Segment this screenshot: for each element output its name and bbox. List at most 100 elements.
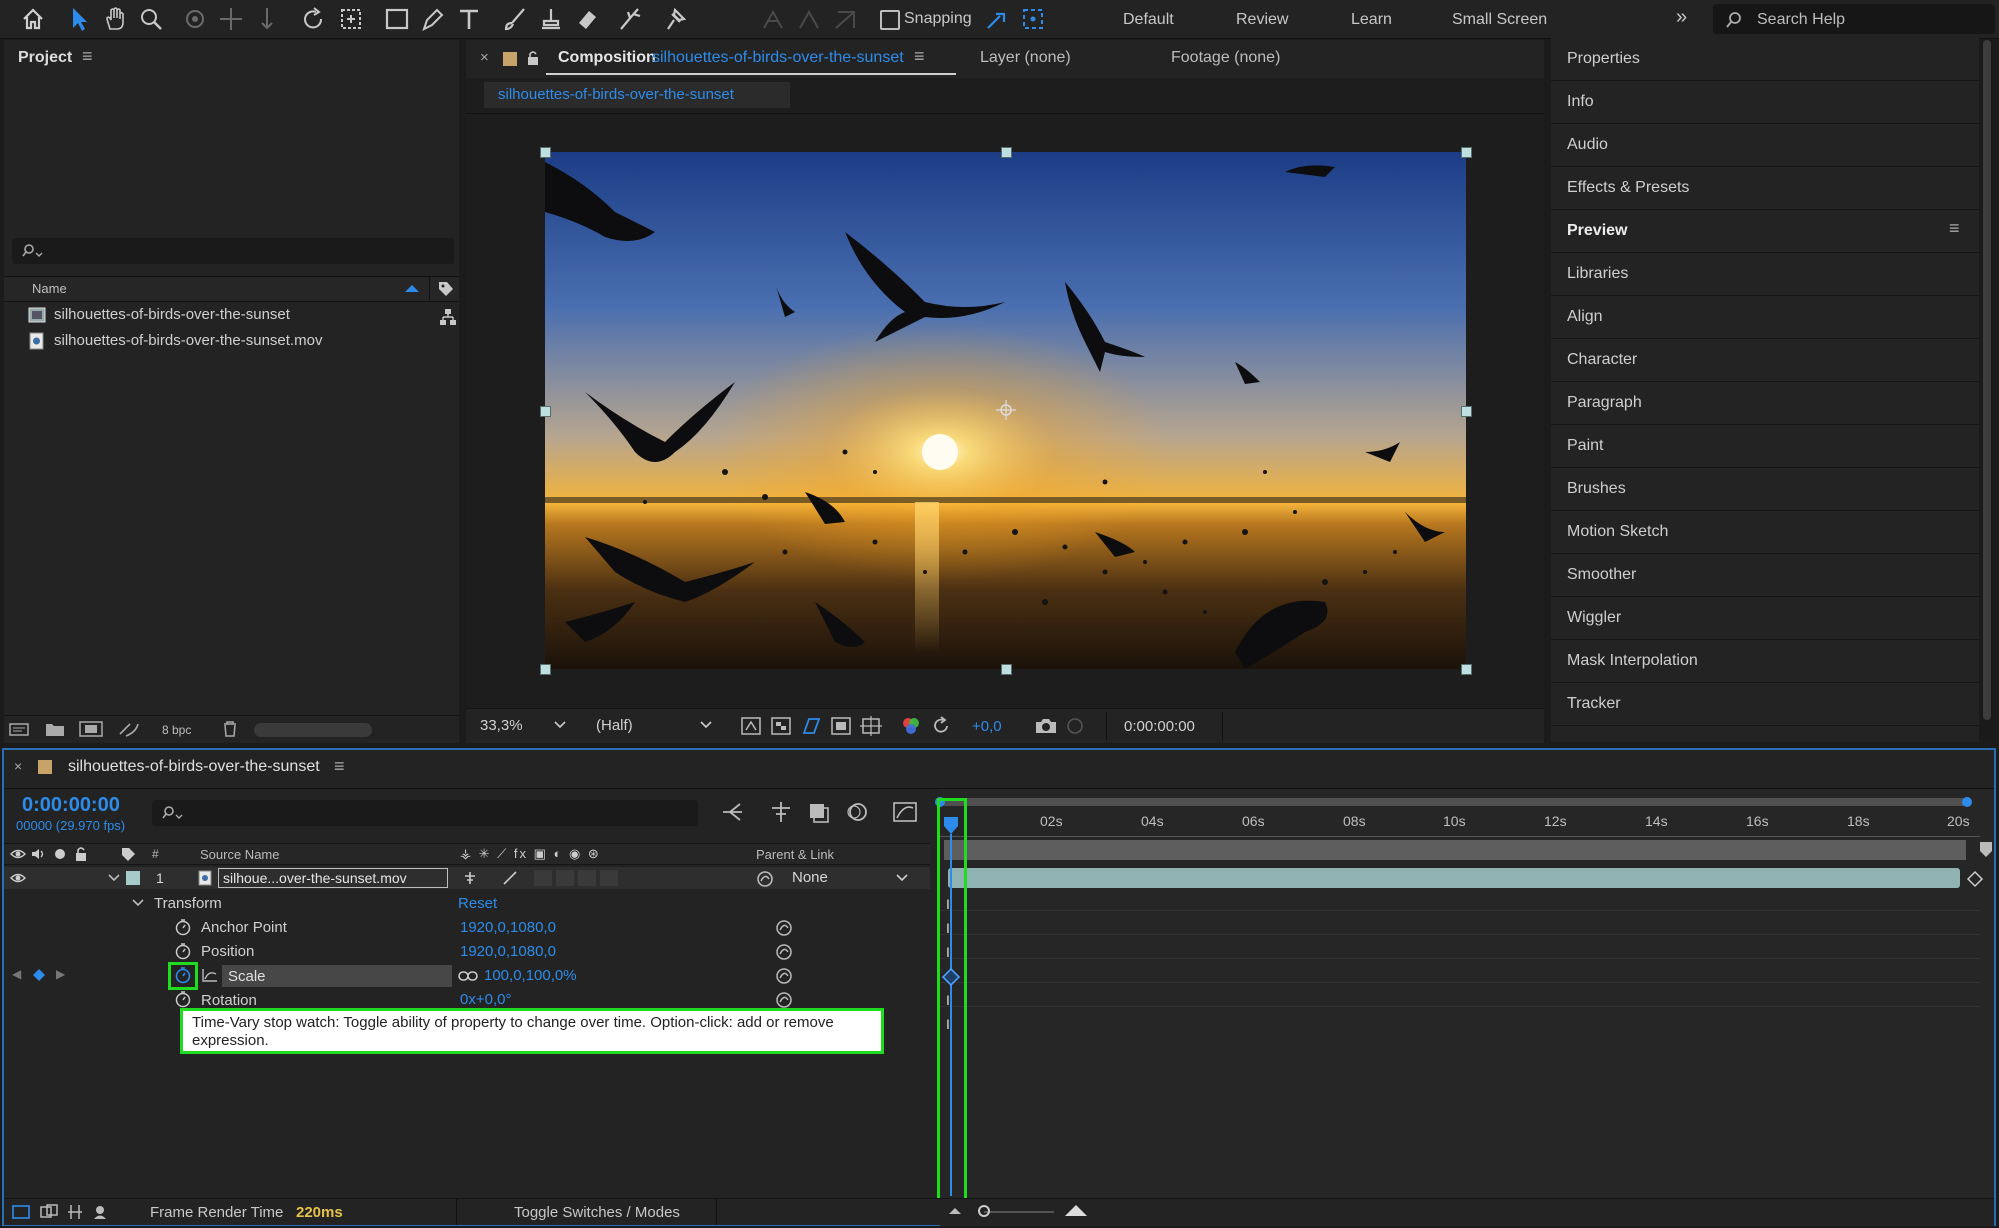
work-area-bar[interactable] — [940, 798, 1968, 806]
quality-switch-icon[interactable] — [502, 870, 518, 886]
sort-ascending-icon[interactable] — [404, 283, 420, 293]
panel-item-align[interactable]: Align — [1551, 296, 1979, 339]
grid-guides-icon[interactable] — [860, 716, 882, 736]
layer-name-field[interactable]: silhoue...over-the-sunset.mov — [218, 868, 448, 888]
bit-depth-label[interactable]: 8 bpc — [162, 723, 191, 737]
timeline-search-input[interactable] — [152, 800, 698, 826]
axis-local-icon[interactable] — [758, 4, 788, 34]
fast-previews-icon[interactable] — [740, 716, 762, 736]
pan-behind-tool-icon[interactable] — [336, 4, 366, 34]
pan-camera-icon[interactable] — [216, 4, 246, 34]
panel-item-brushes[interactable]: Brushes — [1551, 468, 1979, 511]
composition-flowchart-icon[interactable] — [720, 800, 746, 824]
transform-handle[interactable] — [1461, 664, 1472, 675]
snap-features-icon[interactable] — [1018, 4, 1048, 34]
panel-item-libraries[interactable]: Libraries — [1551, 253, 1979, 296]
axis-world-icon[interactable] — [794, 4, 824, 34]
panel-item-audio[interactable]: Audio — [1551, 124, 1979, 167]
property-value-rotation[interactable]: 0x+0,0° — [460, 991, 511, 1008]
project-menu-icon[interactable]: ≡ — [82, 46, 93, 67]
lock-icon[interactable] — [74, 846, 88, 862]
transform-handle[interactable] — [540, 406, 551, 417]
source-name-header[interactable]: Source Name — [200, 847, 279, 862]
label-tag-icon[interactable] — [437, 280, 455, 298]
chevron-down-icon[interactable] — [132, 898, 144, 908]
eraser-tool-icon[interactable] — [572, 4, 602, 34]
footage-viewer-tab[interactable]: Footage (none) — [1171, 49, 1280, 67]
composition-menu-icon[interactable]: ≡ — [914, 46, 925, 67]
zoom-slider-track[interactable] — [984, 1211, 1054, 1213]
orbit-camera-icon[interactable] — [180, 4, 210, 34]
stopwatch-icon[interactable] — [174, 942, 192, 960]
transform-handle[interactable] — [540, 147, 551, 158]
panel-item-character[interactable]: Character — [1551, 339, 1979, 382]
snapshot-camera-icon[interactable] — [1034, 716, 1058, 736]
mask-visibility-icon[interactable] — [800, 716, 822, 736]
shy-switch-icon[interactable] — [462, 870, 478, 886]
transform-handle[interactable] — [1461, 406, 1472, 417]
axis-view-icon[interactable] — [830, 4, 860, 34]
transform-group-label[interactable]: Transform — [154, 895, 222, 912]
snap-edges-icon[interactable] — [982, 4, 1012, 34]
transform-handle[interactable] — [1001, 147, 1012, 158]
zoom-in-icon[interactable] — [1064, 1203, 1088, 1217]
graph-icon[interactable] — [202, 968, 218, 982]
eye-icon[interactable] — [10, 847, 26, 861]
reset-exposure-icon[interactable] — [930, 716, 952, 736]
panel-item-mask-interpolation[interactable]: Mask Interpolation — [1551, 640, 1979, 683]
show-snapshot-icon[interactable] — [1064, 716, 1086, 736]
workspace-review[interactable]: Review — [1236, 11, 1288, 29]
property-value-anchor-point[interactable]: 1920,0,1080,0 — [460, 919, 556, 936]
close-timeline-icon[interactable]: × — [14, 758, 22, 774]
composition-breadcrumb[interactable]: silhouettes-of-birds-over-the-sunset — [484, 82, 790, 108]
hand-tool-icon[interactable] — [100, 4, 130, 34]
transparency-grid-icon[interactable] — [770, 716, 792, 736]
comp-time-range-bar[interactable] — [944, 840, 1966, 860]
timeline-comp-name[interactable]: silhouettes-of-birds-over-the-sunset — [68, 758, 320, 776]
flowchart-icon[interactable] — [440, 308, 456, 326]
transform-handle[interactable] — [540, 664, 551, 675]
preview-menu-icon[interactable]: ≡ — [1949, 218, 1960, 239]
in-out-icon[interactable] — [66, 1204, 84, 1220]
interpret-footage-icon[interactable] — [8, 720, 32, 738]
layer-switches-icon[interactable] — [12, 1204, 30, 1220]
stopwatch-icon[interactable] — [174, 918, 192, 936]
roto-brush-tool-icon[interactable] — [616, 4, 646, 34]
timeline-menu-icon[interactable]: ≡ — [334, 756, 345, 777]
exposure-value[interactable]: +0,0 — [972, 718, 1002, 735]
workspace-default[interactable]: Default — [1123, 11, 1174, 29]
viewer-timecode[interactable]: 0:00:00:00 — [1124, 718, 1195, 735]
add-keyframe-icon[interactable] — [32, 968, 46, 982]
next-keyframe-icon[interactable]: ▶ — [56, 967, 65, 981]
clone-stamp-tool-icon[interactable] — [536, 4, 566, 34]
right-panel-scrollbar[interactable] — [1981, 40, 1993, 740]
panel-item-wiggler[interactable]: Wiggler — [1551, 597, 1979, 640]
eye-icon[interactable] — [10, 871, 26, 885]
label-tag-icon[interactable] — [120, 846, 136, 862]
snapping-checkbox[interactable] — [880, 10, 900, 30]
expression-pick-whip-icon[interactable] — [775, 967, 793, 985]
anchor-point-icon[interactable] — [994, 398, 1018, 422]
zoom-slider-thumb[interactable] — [978, 1205, 990, 1217]
layer-duration-bar[interactable] — [948, 868, 1960, 888]
transfer-controls-icon[interactable] — [40, 1204, 58, 1220]
more-workspaces-icon[interactable]: » — [1676, 6, 1687, 29]
composition-tab-name[interactable]: silhouettes-of-birds-over-the-sunset — [652, 49, 904, 67]
transform-handle[interactable] — [1001, 664, 1012, 675]
new-folder-icon[interactable] — [44, 720, 66, 738]
panel-item-motion-sketch[interactable]: Motion Sketch — [1551, 511, 1979, 554]
selection-tool-icon[interactable] — [64, 4, 94, 34]
rectangle-tool-icon[interactable] — [382, 4, 412, 34]
project-settings-icon[interactable] — [116, 720, 142, 738]
panel-item-properties[interactable]: Properties — [1551, 38, 1979, 81]
solo-icon[interactable] — [54, 848, 66, 860]
puppet-pin-tool-icon[interactable] — [660, 4, 690, 34]
previous-keyframe-icon[interactable]: ◀ — [12, 967, 21, 981]
motion-blur-icon[interactable] — [844, 800, 870, 824]
composition-tab-label[interactable]: Composition — [558, 49, 656, 67]
graph-editor-icon[interactable] — [892, 800, 918, 824]
dolly-camera-icon[interactable] — [252, 4, 282, 34]
thumbnail-scroll[interactable] — [254, 723, 372, 737]
current-time-display[interactable]: 0:00:00:00 — [22, 794, 120, 817]
color-channels-icon[interactable] — [900, 716, 922, 736]
